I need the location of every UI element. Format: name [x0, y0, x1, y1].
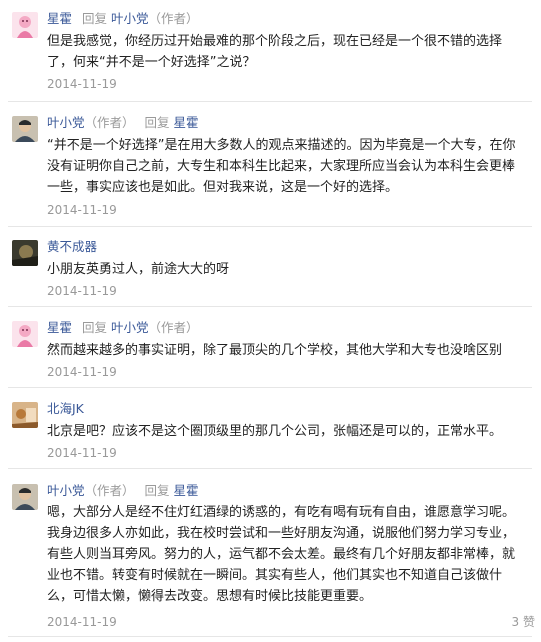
- comment-date: 2014-11-19: [47, 615, 117, 629]
- author-tag: （作者）: [148, 11, 199, 26]
- comment-date: 2014-11-19: [47, 203, 117, 217]
- author-tag: （作者）: [84, 115, 135, 130]
- comment-author[interactable]: 星霍: [47, 11, 72, 26]
- pink-character-avatar-icon[interactable]: [12, 321, 38, 347]
- comment-author[interactable]: 北海JK: [47, 401, 84, 416]
- reply-label: 回复: [144, 115, 170, 130]
- like-count[interactable]: 3 赞: [512, 614, 535, 630]
- comment-date: 2014-11-19: [47, 77, 117, 91]
- comment-text: 但是我感觉，你经历过开始最难的那个阶段之后，现在已经是一个很不错的选择了，何来“…: [47, 34, 503, 70]
- comment-date: 2014-11-19: [47, 365, 117, 379]
- author-tag: （作者）: [148, 320, 199, 335]
- comment-author[interactable]: 黄不成器: [47, 239, 97, 254]
- pink-character-avatar-icon[interactable]: [12, 12, 38, 38]
- comment-divider: [8, 468, 532, 469]
- reply-to-user[interactable]: 星霍: [174, 115, 199, 130]
- comment-divider: [8, 101, 532, 102]
- reply-to-user[interactable]: 叶小党: [111, 11, 149, 26]
- comment-author[interactable]: 叶小党: [47, 115, 85, 130]
- comment-divider: [8, 226, 532, 227]
- person-photo-avatar-icon[interactable]: [12, 116, 38, 142]
- comment-divider: [8, 306, 532, 307]
- reply-label: 回复: [144, 483, 170, 498]
- author-tag: （作者）: [84, 483, 135, 498]
- comment-author[interactable]: 星霍: [47, 320, 72, 335]
- comment-text: 北京是吧？应该不是这个圈顶级里的那几个公司，张幅还是可以的，正常水平。: [47, 424, 503, 439]
- orange-photo-avatar-icon[interactable]: [12, 402, 38, 428]
- comment-divider: [8, 387, 532, 388]
- dark-photo-avatar-icon[interactable]: [12, 240, 38, 266]
- comment-text: “并不是一个好选择”是在用大多数人的观点来描述的。因为毕竟是一个大专，在你没有证…: [47, 138, 516, 195]
- reply-to-user[interactable]: 星霍: [174, 483, 199, 498]
- comment-date: 2014-11-19: [47, 446, 117, 460]
- reply-to-user[interactable]: 叶小党: [111, 320, 149, 335]
- comment-date: 2014-11-19: [47, 284, 117, 298]
- comment-text: 小朋友英勇过人，前途大大的呀: [47, 262, 230, 277]
- reply-label: 回复: [82, 320, 108, 335]
- reply-label: 回复: [82, 11, 108, 26]
- comment-text: 然而越来越多的事实证明，除了最顶尖的几个学校，其他大学和大专也没啥区别: [47, 343, 503, 358]
- comment-author[interactable]: 叶小党: [47, 483, 85, 498]
- comment-divider: [8, 636, 532, 637]
- comment-list: 星霍 回复 叶小党（作者） 但是我感觉，你经历过开始最难的那个阶段之后，现在已经…: [0, 0, 541, 642]
- person-photo-avatar-icon[interactable]: [12, 484, 38, 510]
- comment-text: 嗯，大部分人是经不住灯红酒绿的诱惑的，有吃有喝有玩有自由，谁愿意学习呢。我身边很…: [47, 505, 516, 604]
